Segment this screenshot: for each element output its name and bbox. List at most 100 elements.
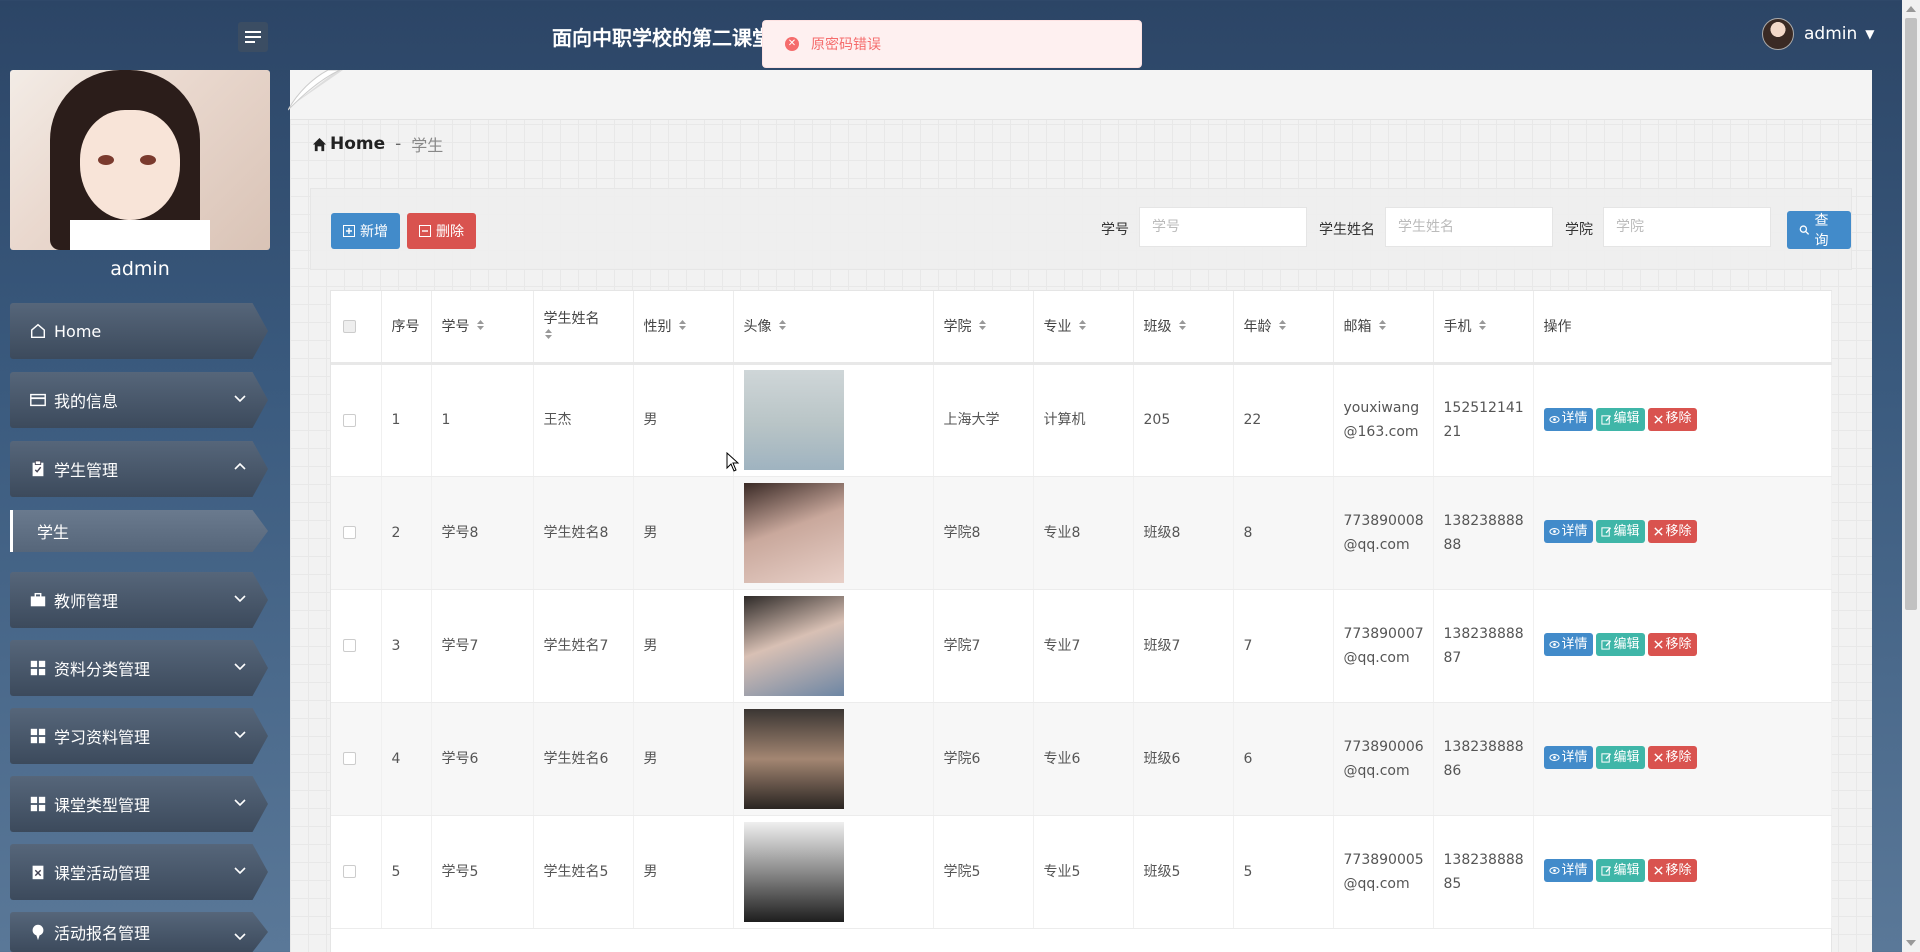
user-menu[interactable]: admin ▼ <box>1762 18 1875 50</box>
cell-major: 专业5 <box>1033 815 1134 929</box>
sort-icon[interactable] <box>1478 319 1487 335</box>
sidebar-item-label: 课堂活动管理 <box>54 864 151 883</box>
detail-button[interactable]: 详情 <box>1543 633 1593 656</box>
sort-icon[interactable] <box>678 319 687 335</box>
sort-icon[interactable] <box>978 319 987 335</box>
breadcrumb-separator: - <box>395 134 402 154</box>
row-checkbox[interactable] <box>343 639 356 652</box>
search-button[interactable]: 查询 <box>1787 211 1851 249</box>
sidebar-item-students[interactable]: 学生 <box>10 510 268 552</box>
minus-square-icon <box>419 225 431 237</box>
sidebar-item-student-mgmt[interactable]: 学生管理 <box>10 441 268 497</box>
cell-college: 学院7 <box>933 589 1034 703</box>
sidebar-item-study-material[interactable]: 学习资料管理 <box>10 708 268 764</box>
row-checkbox[interactable] <box>343 752 356 765</box>
edit-button[interactable]: 编辑 <box>1595 859 1645 882</box>
sidebar-item-home[interactable]: Home <box>10 303 268 359</box>
col-header-class[interactable]: 班级 <box>1133 291 1234 365</box>
grid-icon <box>28 726 48 746</box>
sidebar-item-teacher-mgmt[interactable]: 教师管理 <box>10 572 268 628</box>
close-icon <box>1653 414 1663 424</box>
avatar-image[interactable] <box>743 708 844 809</box>
toast-message: 原密码错误 <box>811 37 881 53</box>
sort-icon[interactable] <box>1078 319 1087 335</box>
breadcrumb-home[interactable]: Home <box>312 134 385 154</box>
col-header-avatar[interactable]: 头像 <box>733 291 934 365</box>
sidebar-item-material-category[interactable]: 资料分类管理 <box>10 640 268 696</box>
cell-student-id: 学号7 <box>431 589 534 703</box>
col-header-actions: 操作 <box>1533 291 1832 365</box>
remove-button[interactable]: 移除 <box>1647 407 1697 431</box>
edit-button[interactable]: 编辑 <box>1595 746 1645 769</box>
cell-student-name: 学生姓名6 <box>533 702 634 816</box>
detail-button[interactable]: 详情 <box>1543 407 1593 431</box>
cell-college: 上海大学 <box>933 363 1034 477</box>
breadcrumb: Home - 学生 <box>312 132 443 156</box>
col-header-major[interactable]: 专业 <box>1033 291 1134 365</box>
edit-icon <box>1600 414 1611 425</box>
edit-button[interactable]: 编辑 <box>1595 633 1645 656</box>
sidebar-item-class-type[interactable]: 课堂类型管理 <box>10 776 268 832</box>
filter-label-student-name: 学生姓名 <box>1319 222 1375 238</box>
scroll-down-arrow-icon[interactable] <box>1906 940 1916 946</box>
sidebar-item-activity-signup[interactable]: 活动报名管理 <box>10 912 268 952</box>
cell-actions: 详情 编辑 移除 <box>1533 815 1832 929</box>
scroll-thumb[interactable] <box>1905 18 1917 610</box>
search-icon <box>1799 225 1810 235</box>
edit-icon <box>1600 640 1611 650</box>
avatar-image[interactable] <box>743 370 844 470</box>
detail-button[interactable]: 详情 <box>1543 859 1593 882</box>
page-curl-decoration <box>288 70 343 111</box>
sort-icon[interactable] <box>544 328 553 344</box>
row-select-cell <box>331 589 382 703</box>
cell-gender: 男 <box>633 363 734 477</box>
col-header-college[interactable]: 学院 <box>933 291 1034 365</box>
student-name-input[interactable] <box>1385 207 1553 247</box>
menu-toggle-button[interactable] <box>238 22 268 52</box>
delete-button[interactable]: 删除 <box>407 213 476 249</box>
sidebar-item-class-activity[interactable]: 课堂活动管理 <box>10 844 268 900</box>
sort-icon[interactable] <box>1378 319 1387 335</box>
table-row: 4 学号6 学生姓名6 男 学院6 专业6 班级6 6 773890006 @qq.com 1382… <box>331 702 1832 816</box>
detail-button[interactable]: 详情 <box>1543 520 1593 543</box>
sidebar: admin Home 我的信息 学生管理 学生 教师管理 资料分类管理 学习资料… <box>0 70 280 952</box>
remove-button[interactable]: 移除 <box>1647 520 1697 543</box>
cell-actions: 详情 编辑 移除 <box>1533 702 1832 816</box>
sort-icon[interactable] <box>1178 319 1187 335</box>
cell-class: 班级5 <box>1133 815 1234 929</box>
remove-button[interactable]: 移除 <box>1647 859 1697 882</box>
remove-button[interactable]: 移除 <box>1647 746 1697 769</box>
sort-icon[interactable] <box>1278 319 1287 335</box>
close-icon <box>1653 866 1663 875</box>
page-scrollbar[interactable] <box>1902 0 1920 952</box>
sort-icon[interactable] <box>476 319 485 335</box>
sidebar-item-my-info[interactable]: 我的信息 <box>10 372 268 428</box>
col-header-student-id[interactable]: 学号 <box>431 291 534 365</box>
cell-avatar <box>733 702 934 816</box>
student-id-input[interactable] <box>1139 207 1307 247</box>
app-title: 面向中职学校的第二课堂 <box>552 26 762 50</box>
row-checkbox[interactable] <box>343 865 356 878</box>
top-bar: 面向中职学校的第二课堂 ✕ 原密码错误 admin ▼ <box>0 0 1920 70</box>
select-all-checkbox[interactable] <box>343 319 356 333</box>
col-header-phone[interactable]: 手机 <box>1433 291 1534 365</box>
col-header-age[interactable]: 年龄 <box>1233 291 1334 365</box>
col-header-gender[interactable]: 性别 <box>633 291 734 365</box>
edit-button[interactable]: 编辑 <box>1595 520 1645 543</box>
col-header-email[interactable]: 邮箱 <box>1333 291 1434 365</box>
col-header-student-name[interactable]: 学生姓名 <box>533 291 634 365</box>
detail-button[interactable]: 详情 <box>1543 746 1593 769</box>
avatar-image[interactable] <box>743 821 844 922</box>
avatar-image[interactable] <box>743 595 844 696</box>
row-checkbox[interactable] <box>343 413 356 427</box>
briefcase-icon <box>28 590 48 610</box>
row-checkbox[interactable] <box>343 526 356 539</box>
scroll-up-arrow-icon[interactable] <box>1906 6 1916 12</box>
college-input[interactable] <box>1603 207 1771 247</box>
avatar-image[interactable] <box>743 482 844 583</box>
sort-icon[interactable] <box>778 319 787 335</box>
cell-actions: 详情 编辑 移除 <box>1533 589 1832 703</box>
add-button[interactable]: 新增 <box>331 213 400 249</box>
edit-button[interactable]: 编辑 <box>1595 407 1645 431</box>
remove-button[interactable]: 移除 <box>1647 633 1697 656</box>
